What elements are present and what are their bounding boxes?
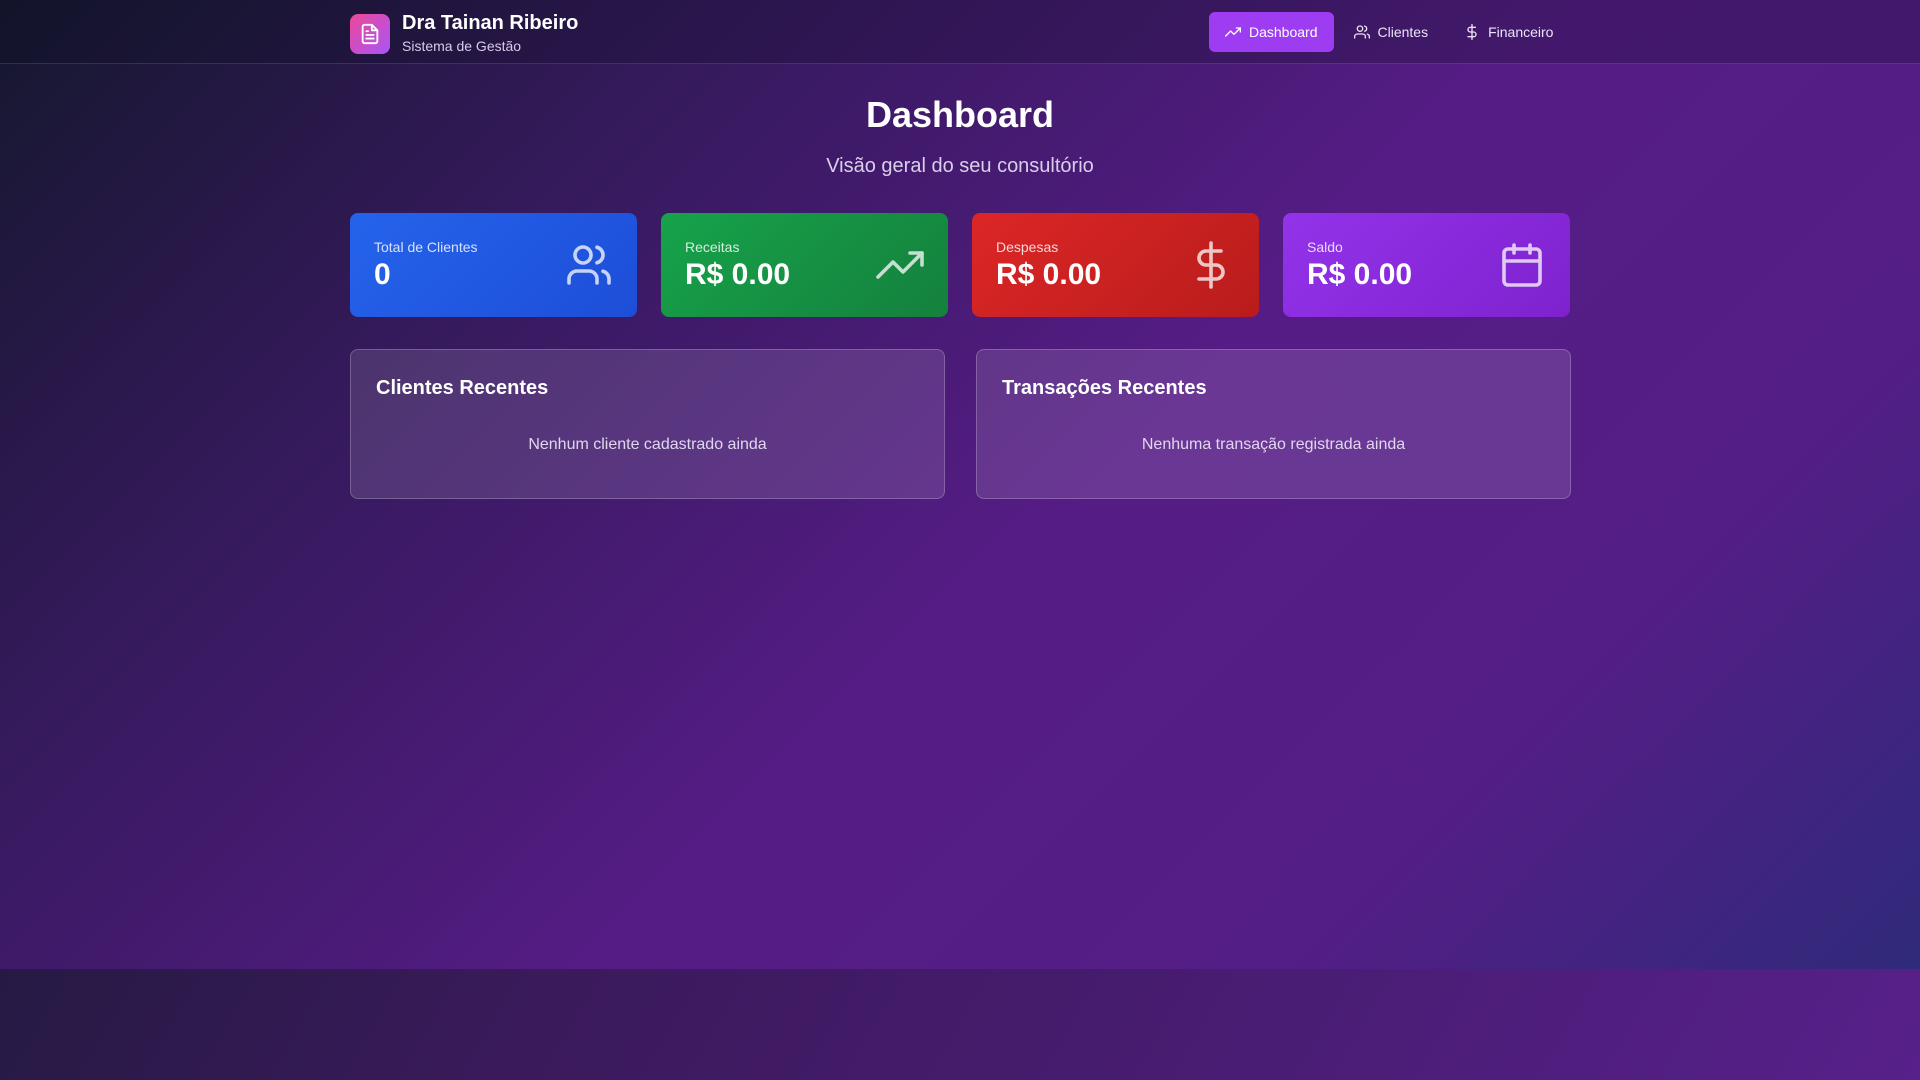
trending-up-icon <box>876 251 924 279</box>
app-background: Dra Tainan Ribeiro Sistema de Gestão Das… <box>0 0 1920 969</box>
top-header: Dra Tainan Ribeiro Sistema de Gestão Das… <box>0 0 1920 64</box>
trending-up-icon <box>1225 27 1241 37</box>
nav-financeiro[interactable]: Financeiro <box>1448 12 1569 52</box>
document-icon <box>350 14 390 54</box>
panel-title: Transações Recentes <box>1002 377 1207 399</box>
stat-card-receitas: Receitas R$ 0.00 <box>661 213 948 317</box>
brand-title: Dra Tainan Ribeiro <box>402 12 579 34</box>
page-title: Dashboard <box>865 94 1055 135</box>
panel-title: Clientes Recentes <box>376 377 549 399</box>
empty-state: Nenhuma transação registrada ainda <box>1141 436 1406 453</box>
recent-clients-panel: Clientes Recentes Nenhum cliente cadastr… <box>350 349 945 499</box>
nav-dashboard-label: Dashboard <box>1249 24 1318 40</box>
empty-state: Nenhum cliente cadastrado ainda <box>528 436 767 453</box>
brand-subtitle: Sistema de Gestão <box>402 38 522 54</box>
dollar-icon <box>1467 24 1477 40</box>
main-nav: Dashboard Clientes Financeiro <box>1209 12 1573 52</box>
calendar-icon <box>1502 243 1542 287</box>
nav-clientes-label: Clientes <box>1377 24 1429 40</box>
stat-card-total-clientes: Total de Clientes 0 <box>350 213 637 317</box>
stat-card-despesas: Despesas R$ 0.00 <box>972 213 1259 317</box>
dollar-icon <box>1197 241 1225 289</box>
users-icon <box>567 245 611 285</box>
users-icon <box>1353 25 1370 39</box>
page-subtitle: Visão geral do seu consultório <box>826 155 1094 177</box>
recent-transactions-panel: Transações Recentes Nenhuma transação re… <box>976 349 1571 499</box>
nav-financeiro-label: Financeiro <box>1488 24 1554 40</box>
nav-dashboard[interactable]: Dashboard <box>1209 12 1334 52</box>
nav-clientes[interactable]: Clientes <box>1338 12 1445 52</box>
brand[interactable]: Dra Tainan Ribeiro Sistema de Gestão <box>350 12 578 56</box>
stat-card-saldo: Saldo R$ 0.00 <box>1283 213 1570 317</box>
